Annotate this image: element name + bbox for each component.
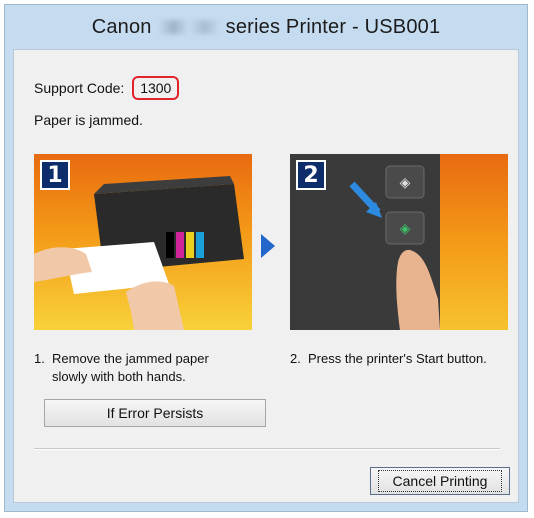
step-1-badge: 1	[40, 160, 70, 190]
step-1-number-label: 1.	[34, 351, 45, 366]
next-step-arrow-icon	[261, 234, 275, 258]
divider	[34, 448, 500, 450]
step-2-number-label: 2.	[290, 351, 301, 366]
svg-text:◈: ◈	[400, 175, 411, 191]
step-2-illustration: ◈ ◈ 2	[290, 154, 508, 330]
error-message: Paper is jammed.	[34, 112, 143, 128]
support-code-value: 1300	[132, 76, 180, 100]
step-1-text: Remove the jammed paper slowly with both…	[52, 351, 209, 384]
support-code-label: Support Code:	[34, 80, 125, 96]
if-error-persists-button[interactable]: If Error Persists	[44, 399, 266, 427]
title-suffix: series Printer - USB001	[225, 15, 441, 38]
title-prefix: Canon	[91, 15, 152, 38]
redacted-model-name	[157, 20, 220, 34]
window-title-bar: Canon series Printer - USB001	[5, 5, 527, 49]
cancel-printing-label: Cancel Printing	[377, 470, 503, 492]
dialog-body: Support Code: 1300 Paper is jammed. 1 ◈ …	[13, 49, 519, 503]
cancel-printing-button[interactable]: Cancel Printing	[370, 467, 510, 495]
step-2-text: Press the printer's Start button.	[308, 351, 487, 366]
step-1-caption: 1. Remove the jammed paper slowly with bo…	[34, 350, 254, 386]
support-code-row: Support Code: 1300	[34, 76, 180, 100]
step-2-badge: 2	[296, 160, 326, 190]
svg-text:◈: ◈	[400, 221, 411, 237]
step-2-caption: 2. Press the printer's Start button.	[290, 350, 510, 368]
printer-dialog-window: Canon series Printer - USB001 Support Co…	[4, 4, 528, 512]
step-1-illustration: 1	[34, 154, 252, 330]
